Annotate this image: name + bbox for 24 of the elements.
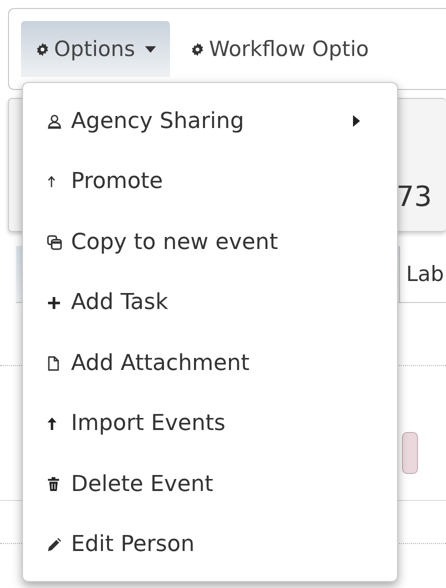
- caret-icon: [145, 46, 156, 52]
- user-icon: [47, 114, 62, 129]
- menu-item[interactable]: Add Task: [23, 272, 397, 333]
- record-number: 73: [396, 180, 432, 213]
- menu-item[interactable]: Add Attachment: [23, 333, 397, 394]
- pencil-icon: [47, 537, 62, 552]
- arrow-up-icon: [47, 176, 56, 188]
- trash-icon: [47, 476, 60, 492]
- menu-item[interactable]: Copy to new event: [23, 212, 397, 272]
- plus-icon: [47, 296, 61, 310]
- menu-item[interactable]: Edit Person: [23, 514, 397, 575]
- menu-item[interactable]: Import Events: [23, 394, 397, 454]
- gear-icon: [190, 42, 206, 56]
- gear-icon: [35, 42, 50, 56]
- toolbar-button[interactable]: Workflow Optio: [176, 21, 383, 77]
- arrow-up-icon: [47, 416, 57, 431]
- submenu-arrow-icon: [353, 115, 360, 128]
- copy-icon: [47, 234, 62, 250]
- tab[interactable]: Lab: [399, 246, 446, 302]
- menu-item[interactable]: Promote: [23, 152, 397, 212]
- menu-item[interactable]: Delete Event: [23, 454, 397, 514]
- file-icon: [47, 356, 60, 371]
- toolbar-button[interactable]: Options: [21, 21, 170, 77]
- menu-item[interactable]: Agency Sharing: [23, 91, 397, 152]
